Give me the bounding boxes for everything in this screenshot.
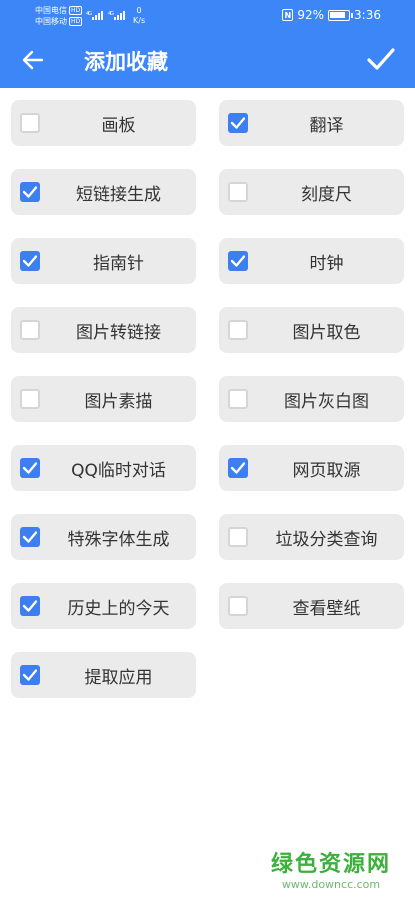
favorite-item[interactable]: 提取应用 <box>11 652 196 698</box>
favorite-item-label: 指南针 <box>93 253 144 274</box>
checkbox-checked[interactable] <box>228 113 248 133</box>
checkbox-checked[interactable] <box>20 665 40 685</box>
favorite-item-label: 查看壁纸 <box>292 598 361 619</box>
check-icon <box>22 186 38 198</box>
checkbox-unchecked[interactable] <box>228 320 248 340</box>
check-icon <box>230 117 246 129</box>
svg-text:4G: 4G <box>86 11 92 17</box>
checkbox-checked[interactable] <box>20 458 40 478</box>
watermark: 绿色资源网 www.downcc.com <box>271 846 391 891</box>
checkbox-unchecked[interactable] <box>228 596 248 616</box>
speed-value: 0 <box>136 6 142 15</box>
check-icon <box>230 255 246 267</box>
favorite-item-label: 提取应用 <box>84 667 153 688</box>
favorite-item-label: 画板 <box>101 115 136 136</box>
network-speed: 0 K/s <box>133 6 145 26</box>
favorite-item-label: 翻译 <box>309 115 344 136</box>
checkbox-checked[interactable] <box>20 527 40 547</box>
favorite-item[interactable]: 垃圾分类查询 <box>219 514 404 560</box>
check-icon <box>22 462 38 474</box>
check-icon <box>230 462 246 474</box>
clock-time: 3:36 <box>354 8 381 22</box>
hd-badge: HD <box>69 6 83 15</box>
svg-text:4G: 4G <box>108 11 114 17</box>
checkbox-unchecked[interactable] <box>20 320 40 340</box>
watermark-title: 绿色资源网 <box>270 852 391 877</box>
favorite-item-label: 短链接生成 <box>76 184 161 205</box>
favorite-item-label: 图片取色 <box>292 322 361 343</box>
favorite-item-label: 垃圾分类查询 <box>275 529 378 550</box>
battery-icon <box>328 9 354 21</box>
favorite-item[interactable]: 图片素描 <box>11 376 196 422</box>
favorite-item-label: 历史上的今天 <box>67 598 170 619</box>
favorite-item-label: 特殊字体生成 <box>67 529 170 550</box>
carrier-1: 中国电信 <box>35 6 67 15</box>
status-bar: 中国电信 HD 中国移动 HD 4G 4G 0 K/s N 92% 3:36 <box>0 0 415 32</box>
nfc-icon: N <box>282 9 294 21</box>
checkbox-checked[interactable] <box>20 182 40 202</box>
battery-fill <box>330 11 346 18</box>
checkbox-checked[interactable] <box>20 251 40 271</box>
checkbox-unchecked[interactable] <box>228 527 248 547</box>
signal-icon: 4G 4G <box>86 9 130 23</box>
checkbox-checked[interactable] <box>228 458 248 478</box>
status-right: N 92% 3:36 <box>282 8 381 22</box>
hd-badge: HD <box>69 17 83 26</box>
favorite-item[interactable]: 画板 <box>11 100 196 146</box>
check-icon <box>22 669 38 681</box>
arrow-left-icon[interactable] <box>22 49 44 71</box>
favorite-item[interactable]: 图片取色 <box>219 307 404 353</box>
favorite-item[interactable]: 时钟 <box>219 238 404 284</box>
favorite-item-label: 图片灰白图 <box>284 391 369 412</box>
carrier-2: 中国移动 <box>35 17 67 26</box>
favorite-item-label: 刻度尺 <box>301 184 352 205</box>
page-title: 添加收藏 <box>84 50 168 74</box>
checkbox-unchecked[interactable] <box>228 182 248 202</box>
favorite-item[interactable]: 历史上的今天 <box>11 583 196 629</box>
favorite-item-label: 网页取源 <box>292 460 361 481</box>
checkmark-icon[interactable] <box>367 47 395 71</box>
checkbox-unchecked[interactable] <box>228 389 248 409</box>
favorite-item[interactable]: 图片灰白图 <box>219 376 404 422</box>
carrier-info: 中国电信 HD 中国移动 HD <box>35 5 83 27</box>
favorite-item[interactable]: 指南针 <box>11 238 196 284</box>
favorite-item[interactable]: 特殊字体生成 <box>11 514 196 560</box>
favorite-item[interactable]: 短链接生成 <box>11 169 196 215</box>
speed-unit: K/s <box>133 16 146 25</box>
checkbox-unchecked[interactable] <box>20 113 40 133</box>
check-icon <box>22 255 38 267</box>
app-bar: 中国电信 HD 中国移动 HD 4G 4G 0 K/s N 92% 3:36 添… <box>0 0 415 88</box>
favorite-item[interactable]: 网页取源 <box>219 445 404 491</box>
favorite-item[interactable]: 查看壁纸 <box>219 583 404 629</box>
favorite-item-label: 时钟 <box>309 253 344 274</box>
favorite-item[interactable]: 翻译 <box>219 100 404 146</box>
favorite-item[interactable]: QQ临时对话 <box>11 445 196 491</box>
watermark-url: www.downcc.com <box>281 878 381 891</box>
checkbox-checked[interactable] <box>228 251 248 271</box>
favorites-grid: 画板 翻译短链接生成 刻度尺指南针 时钟图片转链接 图片取色图片素描 图片灰白图 QQ临时对… <box>11 100 404 698</box>
checkbox-checked[interactable] <box>20 596 40 616</box>
favorite-item-label: 图片素描 <box>84 391 153 412</box>
checkbox-unchecked[interactable] <box>20 389 40 409</box>
favorite-item-label: 图片转链接 <box>76 322 161 343</box>
favorite-item[interactable]: 图片转链接 <box>11 307 196 353</box>
favorite-item-label: QQ临时对话 <box>71 460 166 481</box>
battery-percent: 92% <box>297 8 325 22</box>
check-icon <box>22 531 38 543</box>
favorite-item[interactable]: 刻度尺 <box>219 169 404 215</box>
check-icon <box>22 600 38 612</box>
